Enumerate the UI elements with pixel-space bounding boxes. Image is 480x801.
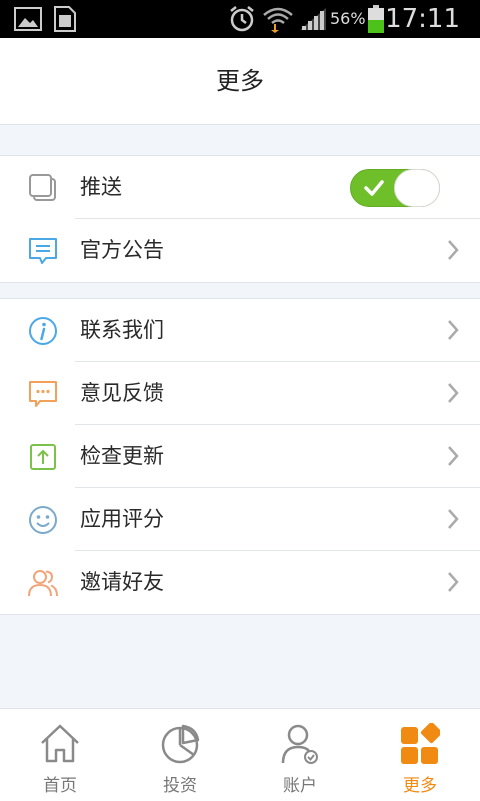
home-icon <box>40 723 80 765</box>
push-toggle[interactable] <box>350 169 440 207</box>
sim-card-icon <box>52 0 78 38</box>
alarm-icon <box>228 0 256 38</box>
settings-group-general: 联系我们 意见反馈 检查更新 应用评分 邀请好友 <box>0 298 480 615</box>
check-icon <box>363 178 385 198</box>
chevron-right-icon <box>446 508 460 530</box>
status-bar: 56% 17:11 <box>0 0 480 38</box>
contact-us-label: 联系我们 <box>80 318 164 342</box>
battery-icon <box>366 0 386 38</box>
invite-friends-row[interactable]: 邀请好友 <box>0 551 480 614</box>
tab-account-label: 账户 <box>283 776 317 796</box>
tab-more[interactable]: 更多 <box>360 709 480 801</box>
update-icon <box>27 441 59 473</box>
check-update-row[interactable]: 检查更新 <box>0 425 480 488</box>
chevron-right-icon <box>446 319 460 341</box>
tab-invest[interactable]: 投资 <box>120 709 240 801</box>
account-icon <box>280 723 320 765</box>
push-label: 推送 <box>80 175 122 199</box>
feedback-label: 意见反馈 <box>80 381 164 405</box>
smiley-icon <box>27 504 59 536</box>
invite-friends-icon <box>27 567 59 599</box>
chevron-right-icon <box>446 445 460 467</box>
chevron-right-icon <box>446 571 460 593</box>
wifi-icon <box>262 0 294 38</box>
push-row: 推送 <box>0 156 480 219</box>
feedback-icon <box>27 378 59 410</box>
chevron-right-icon <box>446 382 460 404</box>
settings-group-notifications: 推送 官方公告 <box>0 155 480 283</box>
rate-app-label: 应用评分 <box>80 507 164 531</box>
announcement-icon <box>27 235 59 267</box>
announcement-row[interactable]: 官方公告 <box>0 219 480 282</box>
clock-time: 17:11 <box>385 4 460 34</box>
toggle-knob <box>394 169 440 207</box>
invite-friends-label: 邀请好友 <box>80 570 164 594</box>
push-icon <box>27 172 59 204</box>
more-grid-icon <box>400 722 442 765</box>
check-update-label: 检查更新 <box>80 444 164 468</box>
pie-chart-icon <box>160 723 200 765</box>
page-title: 更多 <box>216 67 264 95</box>
title-bar: 更多 <box>0 38 480 125</box>
chevron-right-icon <box>446 239 460 261</box>
tab-home[interactable]: 首页 <box>0 709 120 801</box>
feedback-row[interactable]: 意见反馈 <box>0 362 480 425</box>
image-icon <box>14 0 42 38</box>
signal-icon <box>298 0 328 38</box>
rate-app-row[interactable]: 应用评分 <box>0 488 480 551</box>
tab-invest-label: 投资 <box>163 776 197 796</box>
tab-account[interactable]: 账户 <box>240 709 360 801</box>
info-icon <box>27 315 59 347</box>
tab-home-label: 首页 <box>43 776 77 796</box>
bottom-tab-bar: 首页 投资 账户 更多 <box>0 708 480 801</box>
contact-us-row[interactable]: 联系我们 <box>0 299 480 362</box>
tab-more-label: 更多 <box>403 776 437 796</box>
battery-percent: 56% <box>330 9 366 28</box>
announcement-label: 官方公告 <box>80 238 164 262</box>
